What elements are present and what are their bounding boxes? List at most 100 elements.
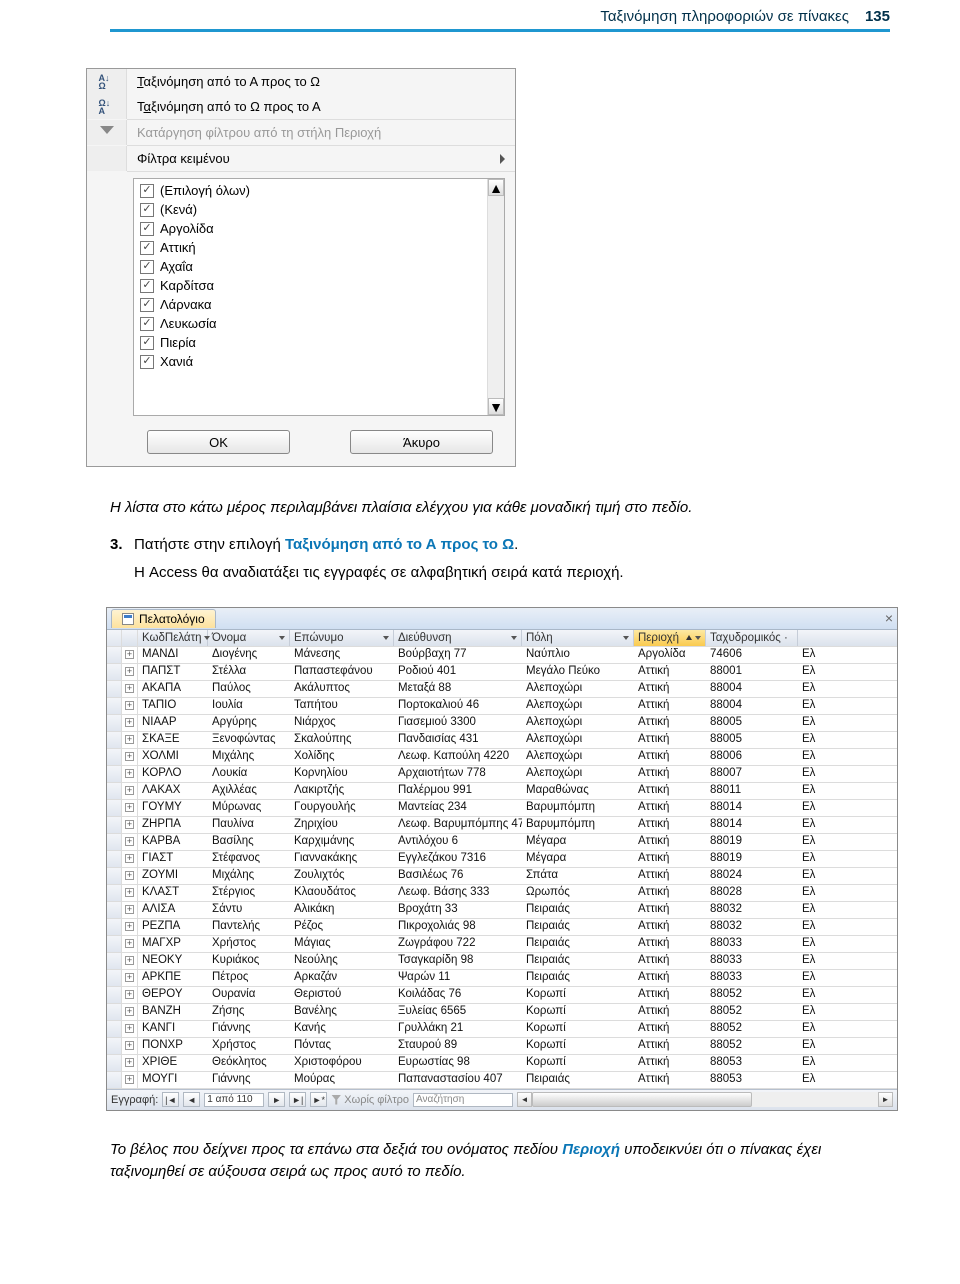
close-icon[interactable]: × (885, 610, 893, 626)
cell[interactable]: ΖΗΡΠΑ (138, 817, 208, 833)
search-input[interactable]: Αναζήτηση (413, 1093, 513, 1107)
expand-button[interactable]: + (122, 936, 138, 952)
cell[interactable]: Ελ (798, 817, 824, 833)
column-header[interactable]: Ταχυδρομικός · (706, 630, 798, 646)
cell[interactable]: Κορωπί (522, 1055, 634, 1071)
cell[interactable]: ΑΛΙΣΑ (138, 902, 208, 918)
hscroll-right-button[interactable]: ► (878, 1092, 893, 1107)
cell[interactable]: 88032 (706, 919, 798, 935)
text-filters-item[interactable]: Φίλτρα κειμένου (87, 146, 515, 171)
filter-value-item[interactable]: ✓Αττική (136, 238, 485, 257)
table-row[interactable]: +ΖΟΥΜΙΜιχάληςΖουλιχτόςΒασιλέως 76ΣπάταΑτ… (107, 868, 897, 885)
cell[interactable]: 88006 (706, 749, 798, 765)
expand-button[interactable]: + (122, 817, 138, 833)
column-header[interactable]: Πόλη (522, 630, 634, 646)
row-selector[interactable] (107, 851, 122, 867)
cell[interactable]: 88053 (706, 1072, 798, 1088)
cell[interactable]: 88004 (706, 698, 798, 714)
cell[interactable]: Ελ (798, 851, 824, 867)
cell[interactable]: Παντελής (208, 919, 290, 935)
cell[interactable]: Ταπήτου (290, 698, 394, 714)
expand-button[interactable]: + (122, 902, 138, 918)
expand-button[interactable]: + (122, 766, 138, 782)
cell[interactable]: ΚΑΡΒΑ (138, 834, 208, 850)
cell[interactable]: 88028 (706, 885, 798, 901)
cell[interactable]: Ψαρών 11 (394, 970, 522, 986)
nav-next-button[interactable]: ► (268, 1092, 285, 1107)
cell[interactable]: Αττική (634, 987, 706, 1003)
row-selector[interactable] (107, 953, 122, 969)
cell[interactable]: Ελ (798, 1004, 824, 1020)
row-selector[interactable] (107, 936, 122, 952)
cell[interactable]: ΝΕΟΚΥ (138, 953, 208, 969)
cell[interactable]: 88014 (706, 817, 798, 833)
cell[interactable]: Ελ (798, 1038, 824, 1054)
ok-button[interactable]: OK (147, 430, 290, 454)
cell[interactable]: Βούρβαχη 77 (394, 647, 522, 663)
cell[interactable]: ΘΕΡΟΥ (138, 987, 208, 1003)
cell[interactable]: Αλεποχώρι (522, 698, 634, 714)
cell[interactable]: Λεωφ. Βαρυμπόμπης 472 (394, 817, 522, 833)
row-selector[interactable] (107, 987, 122, 1003)
cell[interactable]: Κλαουδάτος (290, 885, 394, 901)
scrollbar[interactable]: ▲ ▼ (487, 179, 504, 415)
expand-button[interactable]: + (122, 698, 138, 714)
cell[interactable]: 88014 (706, 800, 798, 816)
cell[interactable]: Αλεποχώρι (522, 749, 634, 765)
cell[interactable]: Κορωπί (522, 987, 634, 1003)
row-selector[interactable] (107, 834, 122, 850)
table-row[interactable]: +ΘΕΡΟΥΟυρανίαΘεριστούΚοιλάδας 76ΚορωπίΑτ… (107, 987, 897, 1004)
cell[interactable]: Ναύπλιο (522, 647, 634, 663)
cell[interactable]: Κανής (290, 1021, 394, 1037)
cell[interactable]: Παυλίνα (208, 817, 290, 833)
filter-value-item[interactable]: ✓Καρδίτσα (136, 276, 485, 295)
table-row[interactable]: +ΜΑΝΔΙΔιογένηςΜάνεσηςΒούρβαχη 77ΝαύπλιοΑ… (107, 647, 897, 664)
cell[interactable]: Ελ (798, 664, 824, 680)
table-row[interactable]: +ΝΕΟΚΥΚυριάκοςΝεούληςΤσαγκαρίδη 98Πειραι… (107, 953, 897, 970)
cell[interactable]: 88033 (706, 936, 798, 952)
cell[interactable]: 88033 (706, 970, 798, 986)
cell[interactable]: 88007 (706, 766, 798, 782)
cell[interactable]: Πορτοκαλιού 46 (394, 698, 522, 714)
cell[interactable]: Ροδιού 401 (394, 664, 522, 680)
expand-button[interactable]: + (122, 732, 138, 748)
checkbox-icon[interactable]: ✓ (140, 336, 154, 350)
checkbox-icon[interactable]: ✓ (140, 184, 154, 198)
cell[interactable]: Αττική (634, 664, 706, 680)
cell[interactable]: 88005 (706, 732, 798, 748)
table-row[interactable]: +ΡΕΖΠΑΠαντελήςΡέζοςΠικροχολιάς 98Πειραιά… (107, 919, 897, 936)
expand-button[interactable]: + (122, 834, 138, 850)
cell[interactable]: Αττική (634, 1038, 706, 1054)
cell[interactable]: Βροχάτη 33 (394, 902, 522, 918)
cell[interactable]: Βαρυμπόμπη (522, 817, 634, 833)
cell[interactable]: ΑΚΑΠΑ (138, 681, 208, 697)
cell[interactable]: Αττική (634, 834, 706, 850)
sort-ascending-item[interactable]: Α↓Ω Ταξινόμηση από το Α προς το Ω (87, 69, 515, 94)
nav-position-input[interactable]: 1 από 110 (204, 1093, 264, 1107)
cell[interactable]: Ζηριχίου (290, 817, 394, 833)
cell[interactable]: Ζουλιχτός (290, 868, 394, 884)
cell[interactable]: Αττική (634, 885, 706, 901)
cell[interactable]: Πειραιάς (522, 1072, 634, 1088)
row-selector[interactable] (107, 817, 122, 833)
cell[interactable]: Παλέρμου 991 (394, 783, 522, 799)
cell[interactable]: Στέργιος (208, 885, 290, 901)
row-selector[interactable] (107, 1004, 122, 1020)
cell[interactable]: Μέγαρα (522, 851, 634, 867)
table-row[interactable]: +ΜΑΓΧΡΧρήστοςΜάγιαςΖωγράφου 722ΠειραιάςΑ… (107, 936, 897, 953)
cell[interactable]: Αχιλλέας (208, 783, 290, 799)
checkbox-icon[interactable]: ✓ (140, 355, 154, 369)
row-selector[interactable] (107, 698, 122, 714)
table-row[interactable]: +ΒΑΝΖΗΖήσηςΒανέληςΞυλείας 6565ΚορωπίΑττι… (107, 1004, 897, 1021)
column-header[interactable]: Διεύθυνση (394, 630, 522, 646)
hscroll-thumb[interactable] (532, 1092, 752, 1107)
row-selector[interactable] (107, 783, 122, 799)
row-selector[interactable] (107, 749, 122, 765)
expand-button[interactable]: + (122, 783, 138, 799)
cell[interactable]: Ζωγράφου 722 (394, 936, 522, 952)
hscroll-left-button[interactable]: ◄ (517, 1092, 532, 1107)
cell[interactable]: ΑΡΚΠΕ (138, 970, 208, 986)
checkbox-icon[interactable]: ✓ (140, 260, 154, 274)
cell[interactable]: Νεούλης (290, 953, 394, 969)
cell[interactable]: Γιάννης (208, 1072, 290, 1088)
